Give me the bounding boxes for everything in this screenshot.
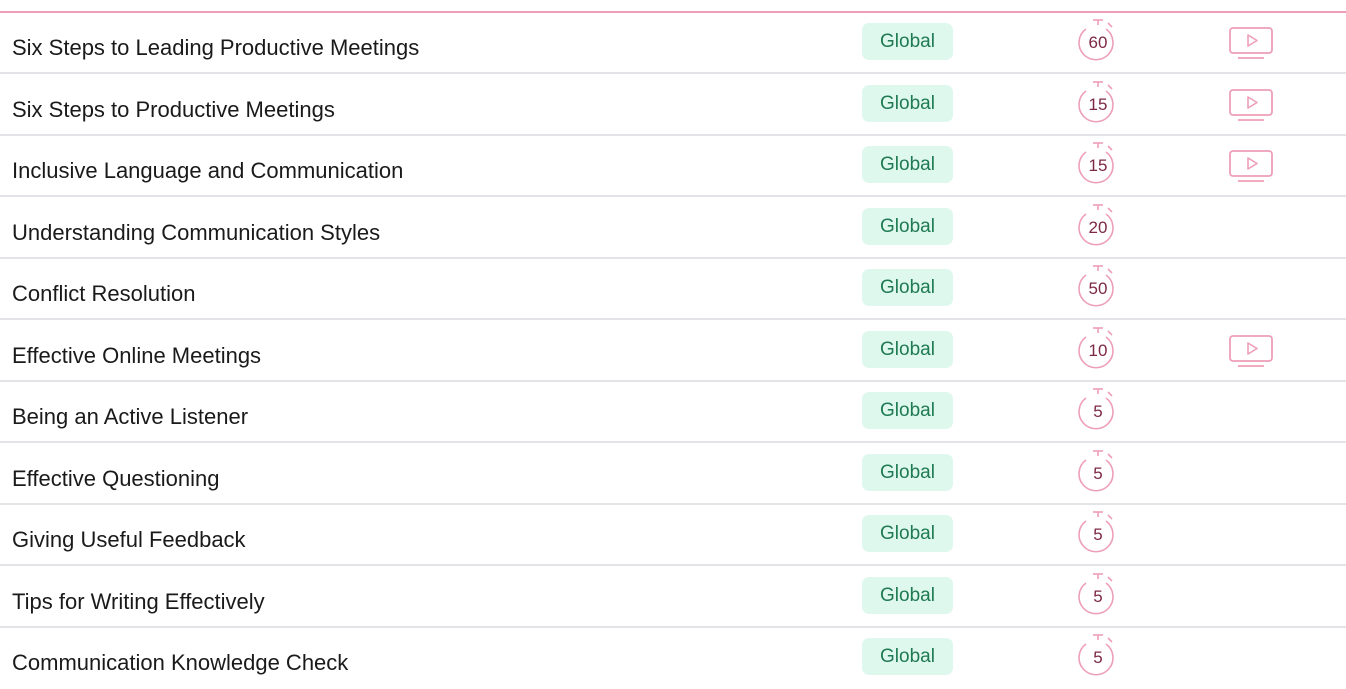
duration-indicator: 60 <box>1072 16 1126 68</box>
course-title[interactable]: Inclusive Language and Communication <box>12 158 403 184</box>
video-play-icon[interactable] <box>1226 25 1278 61</box>
scope-badge: Global <box>862 207 953 245</box>
list-item[interactable]: Six Steps to Productive Meetings Global 15 <box>0 75 1346 136</box>
duration-value: 5 <box>1093 648 1103 667</box>
video-play-icon[interactable] <box>1226 333 1278 369</box>
list-item[interactable]: Effective Online Meetings Global 10 <box>0 321 1346 382</box>
scope-badge: Global <box>862 576 953 614</box>
scope-badge: Global <box>862 330 953 368</box>
list-item[interactable]: Inclusive Language and Communication Glob… <box>0 136 1346 197</box>
duration-value: 20 <box>1088 217 1108 237</box>
duration-value: 50 <box>1088 279 1108 298</box>
list-item[interactable]: Effective Questioning Global 5 <box>0 444 1346 505</box>
course-title[interactable]: Effective Questioning <box>12 466 220 492</box>
scope-badge: Global <box>862 146 953 183</box>
course-list: Six Steps to Leading Productive Meetings… <box>0 0 1346 680</box>
course-title[interactable]: Being an Active Listener <box>12 404 248 430</box>
list-item[interactable]: Six Steps to Leading Productive Meetings… <box>0 13 1346 74</box>
course-title[interactable]: Understanding Communication Styles <box>12 220 380 246</box>
duration-indicator: 5 <box>1072 385 1126 437</box>
list-item[interactable]: Being an Active Listener Global 5 <box>0 382 1346 443</box>
duration-value: 5 <box>1093 525 1103 544</box>
duration-indicator: 15 <box>1072 78 1126 130</box>
duration-value: 5 <box>1093 586 1103 606</box>
list-item[interactable]: Understanding Communication Styles Global… <box>0 198 1346 259</box>
duration-indicator: 5 <box>1072 631 1126 683</box>
duration-value: 5 <box>1093 402 1103 421</box>
scope-badge: Global <box>862 638 953 675</box>
duration-value: 60 <box>1088 33 1108 52</box>
course-title[interactable]: Six Steps to Leading Productive Meetings <box>12 35 419 61</box>
duration-indicator: 5 <box>1072 570 1126 622</box>
course-title[interactable]: Effective Online Meetings <box>12 343 261 369</box>
course-title[interactable]: Giving Useful Feedback <box>12 527 246 553</box>
list-item[interactable]: Giving Useful Feedback Global 5 <box>0 505 1346 566</box>
course-title[interactable]: Six Steps to Productive Meetings <box>12 97 335 123</box>
scope-badge: Global <box>862 269 953 306</box>
duration-value: 15 <box>1088 94 1108 114</box>
scope-badge: Global <box>862 23 953 60</box>
duration-value: 5 <box>1093 463 1103 483</box>
duration-value: 10 <box>1088 340 1108 360</box>
list-item[interactable]: Conflict Resolution Global 50 <box>0 259 1346 320</box>
video-play-icon[interactable] <box>1226 148 1278 184</box>
duration-indicator: 10 <box>1072 324 1126 376</box>
duration-indicator: 50 <box>1072 262 1126 314</box>
duration-indicator: 5 <box>1072 447 1126 499</box>
course-title[interactable]: Conflict Resolution <box>12 281 195 307</box>
course-title[interactable]: Communication Knowledge Check <box>12 650 348 676</box>
duration-indicator: 15 <box>1072 139 1126 191</box>
scope-badge: Global <box>862 392 953 429</box>
list-item[interactable]: Tips for Writing Effectively Global 5 <box>0 567 1346 628</box>
scope-badge: Global <box>862 453 953 491</box>
duration-value: 15 <box>1088 156 1108 175</box>
scope-badge: Global <box>862 515 953 552</box>
video-play-icon[interactable] <box>1226 87 1278 123</box>
duration-indicator: 20 <box>1072 201 1126 253</box>
scope-badge: Global <box>862 84 953 122</box>
course-title[interactable]: Tips for Writing Effectively <box>12 589 265 615</box>
duration-indicator: 5 <box>1072 508 1126 560</box>
